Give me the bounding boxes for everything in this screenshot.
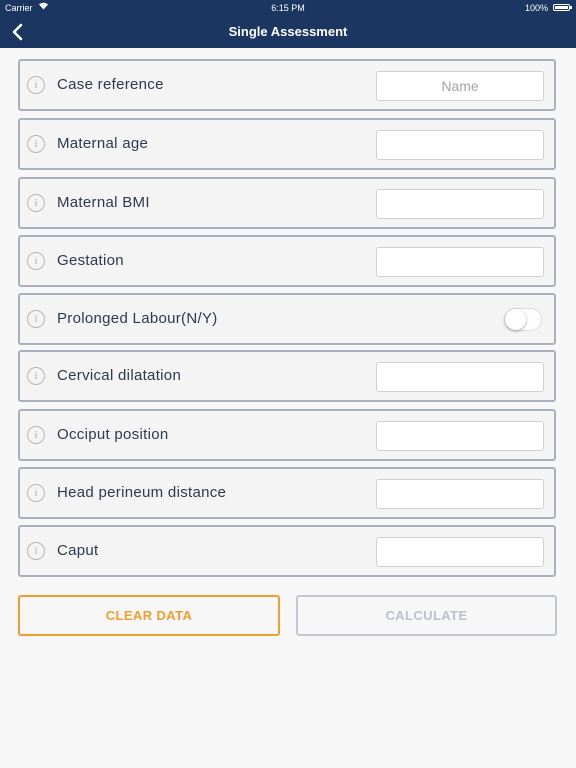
head-perineum-distance-input[interactable] — [376, 479, 544, 509]
calculate-button[interactable]: CALCULATE — [296, 595, 557, 636]
info-icon[interactable]: i — [27, 135, 45, 153]
cervical-dilatation-input[interactable] — [376, 362, 544, 392]
field-label: Caput — [57, 542, 99, 559]
info-icon[interactable]: i — [27, 76, 45, 94]
battery-percent: 100% — [524, 3, 548, 13]
field-row-prolonged-labour: i Prolonged Labour(N/Y) — [18, 293, 556, 345]
clear-data-button[interactable]: CLEAR DATA — [18, 595, 280, 636]
info-icon[interactable]: i — [27, 542, 45, 560]
battery-icon — [553, 4, 572, 11]
field-label: Prolonged Labour(N/Y) — [57, 310, 218, 327]
info-icon[interactable]: i — [27, 310, 45, 328]
field-label: Cervical dilatation — [57, 367, 182, 384]
field-label: Occiput position — [57, 426, 169, 443]
info-icon[interactable]: i — [27, 484, 45, 502]
maternal-age-input[interactable] — [376, 130, 544, 160]
field-row-maternal-bmi: i Maternal BMI — [18, 177, 556, 229]
case-reference-input[interactable] — [376, 71, 544, 101]
caput-input[interactable] — [376, 537, 544, 567]
field-row-occiput-position: i Occiput position — [18, 409, 556, 461]
field-row-maternal-age: i Maternal age — [18, 118, 556, 170]
field-label: Maternal BMI — [57, 194, 150, 211]
toggle-knob — [505, 309, 526, 330]
occiput-position-input[interactable] — [376, 421, 544, 451]
nav-bar: Single Assessment — [0, 16, 576, 48]
page-title: Single Assessment — [228, 24, 348, 39]
field-label: Maternal age — [57, 135, 149, 152]
info-icon[interactable]: i — [27, 426, 45, 444]
field-row-gestation: i Gestation — [18, 235, 556, 287]
maternal-bmi-input[interactable] — [376, 189, 544, 219]
info-icon[interactable]: i — [27, 252, 45, 270]
field-row-head-perineum-distance: i Head perineum distance — [18, 467, 556, 519]
field-row-caput: i Caput — [18, 525, 556, 577]
field-label: Gestation — [57, 252, 124, 269]
status-bar: Carrier 6:15 PM 100% — [0, 0, 576, 16]
prolonged-labour-toggle[interactable] — [504, 308, 542, 331]
info-icon[interactable]: i — [27, 367, 45, 385]
field-label: Head perineum distance — [57, 484, 227, 501]
field-label: Case reference — [57, 76, 164, 93]
field-row-cervical-dilatation: i Cervical dilatation — [18, 350, 556, 402]
field-row-case-reference: i Case reference — [18, 59, 556, 111]
status-time: 6:15 PM — [271, 3, 305, 13]
info-icon[interactable]: i — [27, 194, 45, 212]
gestation-input[interactable] — [376, 247, 544, 277]
